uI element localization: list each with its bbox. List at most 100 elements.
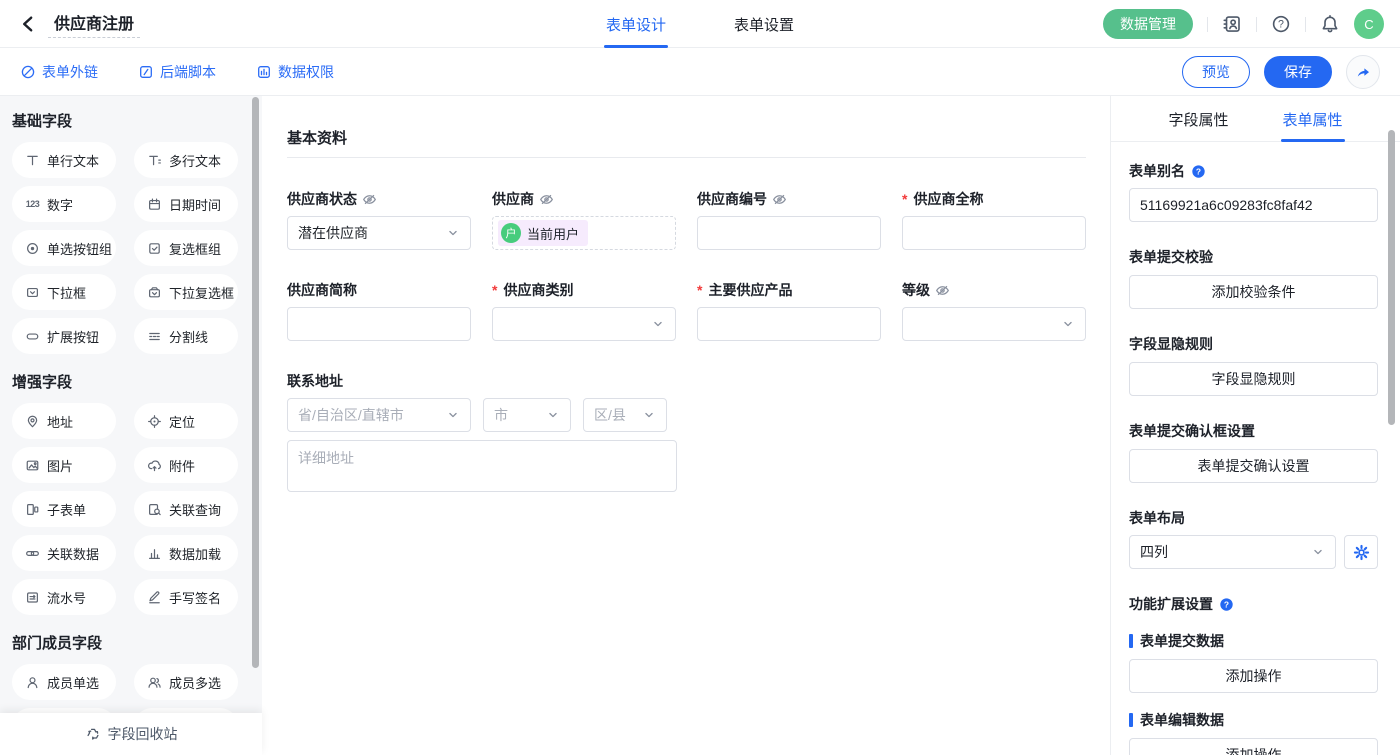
subform-icon bbox=[25, 502, 40, 517]
field-type-multi-line-text[interactable]: 多行文本 bbox=[134, 142, 238, 178]
help-icon[interactable]: ? bbox=[1271, 14, 1291, 34]
question-icon[interactable]: ? bbox=[1191, 164, 1206, 179]
field-type-single-line-text[interactable]: 单行文本 bbox=[12, 142, 116, 178]
field-type-linked-query[interactable]: 关联查询 bbox=[134, 491, 238, 527]
share-button[interactable] bbox=[1346, 55, 1380, 89]
add-edit-action-button[interactable]: 添加操作 bbox=[1129, 738, 1378, 755]
field-type-signature[interactable]: 手写签名 bbox=[134, 579, 238, 615]
number-icon: 123 bbox=[25, 197, 40, 212]
supplier-short-name-input[interactable] bbox=[287, 307, 471, 341]
field-type-select[interactable]: 下拉框 bbox=[12, 274, 116, 310]
script-icon bbox=[138, 64, 154, 80]
supplier-user-picker[interactable]: 户 当前用户 bbox=[492, 216, 676, 250]
form-layout-label: 表单布局 bbox=[1129, 508, 1185, 528]
field-supplier-short-name[interactable]: 供应商简称 bbox=[287, 280, 471, 341]
field-label: 供应商编号 bbox=[697, 189, 767, 209]
user-tag-avatar: 户 bbox=[501, 223, 521, 243]
form-external-link[interactable]: 表单外链 bbox=[20, 62, 98, 82]
map-pin-icon bbox=[25, 414, 40, 429]
chevron-down-icon bbox=[642, 408, 656, 422]
field-type-member-multi[interactable]: 成员多选 bbox=[134, 664, 238, 700]
supplier-full-name-input[interactable] bbox=[902, 216, 1086, 250]
tool-link-label: 数据权限 bbox=[278, 62, 334, 82]
field-type-linked-data[interactable]: 关联数据 bbox=[12, 535, 116, 571]
field-type-member-single[interactable]: 成员单选 bbox=[12, 664, 116, 700]
field-type-multi-select[interactable]: 下拉复选框 bbox=[134, 274, 238, 310]
field-type-attachment[interactable]: 附件 bbox=[134, 447, 238, 483]
sidebar-scrollbar[interactable] bbox=[252, 97, 259, 668]
field-supplier-status[interactable]: 供应商状态 潜在供应商 bbox=[287, 189, 471, 250]
contacts-icon[interactable] bbox=[1222, 14, 1242, 34]
field-type-label: 扩展按钮 bbox=[47, 327, 99, 346]
section-divider bbox=[287, 157, 1086, 158]
radio-icon bbox=[25, 241, 40, 256]
field-type-number[interactable]: 123数字 bbox=[12, 186, 116, 222]
field-label: 主要供应产品 bbox=[708, 280, 792, 300]
add-validation-button[interactable]: 添加校验条件 bbox=[1129, 275, 1378, 309]
field-type-label: 数据加载 bbox=[169, 544, 221, 563]
preview-button[interactable]: 预览 bbox=[1182, 56, 1250, 88]
main-products-input[interactable] bbox=[697, 307, 881, 341]
submit-confirm-label: 表单提交确认框设置 bbox=[1129, 421, 1255, 441]
avatar[interactable]: C bbox=[1354, 9, 1384, 39]
bell-icon[interactable] bbox=[1320, 14, 1340, 34]
field-type-divider-line[interactable]: 分割线 bbox=[134, 318, 238, 354]
button-icon bbox=[25, 329, 40, 344]
tab-form-properties[interactable]: 表单属性 bbox=[1281, 96, 1345, 142]
supplier-status-select[interactable]: 潜在供应商 bbox=[287, 216, 471, 250]
field-supplier-no[interactable]: 供应商编号 bbox=[697, 189, 881, 250]
grade-select[interactable] bbox=[902, 307, 1086, 341]
field-recycle-bin[interactable]: 字段回收站 bbox=[0, 713, 262, 755]
field-supplier-full-name[interactable]: * 供应商全称 bbox=[902, 189, 1086, 250]
field-type-datetime[interactable]: 日期时间 bbox=[134, 186, 238, 222]
detail-address-textarea[interactable]: 详细地址 bbox=[287, 440, 677, 492]
field-main-products[interactable]: * 主要供应产品 bbox=[697, 280, 881, 341]
field-supplier[interactable]: 供应商 户 当前用户 bbox=[492, 189, 676, 250]
data-manage-button[interactable]: 数据管理 bbox=[1103, 9, 1193, 39]
add-submit-action-button[interactable]: 添加操作 bbox=[1129, 659, 1378, 693]
submit-confirm-button[interactable]: 表单提交确认设置 bbox=[1129, 449, 1378, 483]
province-select[interactable]: 省/自治区/直辖市 bbox=[287, 398, 471, 432]
field-visibility-button[interactable]: 字段显隐规则 bbox=[1129, 362, 1378, 396]
field-type-checkbox-group[interactable]: 复选框组 bbox=[134, 230, 238, 266]
divider-icon bbox=[147, 329, 162, 344]
save-button[interactable]: 保存 bbox=[1264, 56, 1332, 88]
tab-form-design[interactable]: 表单设计 bbox=[604, 0, 668, 48]
edit-data-group-label: 表单编辑数据 bbox=[1129, 710, 1378, 730]
supplier-category-select[interactable] bbox=[492, 307, 676, 341]
panel-scrollbar[interactable] bbox=[1388, 130, 1395, 425]
field-type-geolocation[interactable]: 定位 bbox=[134, 403, 238, 439]
city-select[interactable]: 市 bbox=[483, 398, 571, 432]
field-type-subform[interactable]: 子表单 bbox=[12, 491, 116, 527]
user-tag-label: 当前用户 bbox=[527, 224, 579, 243]
field-type-extend-button[interactable]: 扩展按钮 bbox=[12, 318, 116, 354]
question-icon[interactable]: ? bbox=[1219, 597, 1234, 612]
linked-query-icon bbox=[147, 502, 162, 517]
supplier-no-input[interactable] bbox=[697, 216, 881, 250]
field-type-label: 多行文本 bbox=[169, 151, 221, 170]
field-type-address[interactable]: 地址 bbox=[12, 403, 116, 439]
field-type-label: 单选按钮组 bbox=[47, 239, 112, 258]
back-icon[interactable] bbox=[18, 14, 38, 34]
form-alias-input[interactable]: 51169921a6c09283fc8faf42 bbox=[1129, 188, 1378, 222]
page-title[interactable]: 供应商注册 bbox=[48, 10, 140, 38]
field-type-label: 下拉框 bbox=[47, 283, 86, 302]
field-type-image[interactable]: 图片 bbox=[12, 447, 116, 483]
data-permission-link[interactable]: 数据权限 bbox=[256, 62, 334, 82]
field-supplier-category[interactable]: * 供应商类别 bbox=[492, 280, 676, 341]
field-row-2: 供应商简称 * 供应商类别 * 主要供应产品 等级 bbox=[287, 280, 1086, 341]
tab-form-settings[interactable]: 表单设置 bbox=[732, 0, 796, 48]
field-grade[interactable]: 等级 bbox=[902, 280, 1086, 341]
form-section-title[interactable]: 基本资料 bbox=[287, 127, 1086, 148]
tab-field-properties[interactable]: 字段属性 bbox=[1166, 96, 1230, 142]
field-type-label: 成员单选 bbox=[47, 673, 99, 692]
field-type-radio-group[interactable]: 单选按钮组 bbox=[12, 230, 116, 266]
district-select[interactable]: 区/县 bbox=[583, 398, 667, 432]
field-type-data-load[interactable]: 数据加载 bbox=[134, 535, 238, 571]
form-layout-select[interactable]: 四列 bbox=[1129, 535, 1336, 569]
field-type-serial-number[interactable]: 流水号 bbox=[12, 579, 116, 615]
field-contact-address[interactable]: 联系地址 省/自治区/直辖市 市 区/县 详细地址 bbox=[287, 371, 1086, 492]
field-type-label: 关联查询 bbox=[169, 500, 221, 519]
backend-script-link[interactable]: 后端脚本 bbox=[138, 62, 216, 82]
layout-settings-button[interactable] bbox=[1344, 535, 1378, 569]
